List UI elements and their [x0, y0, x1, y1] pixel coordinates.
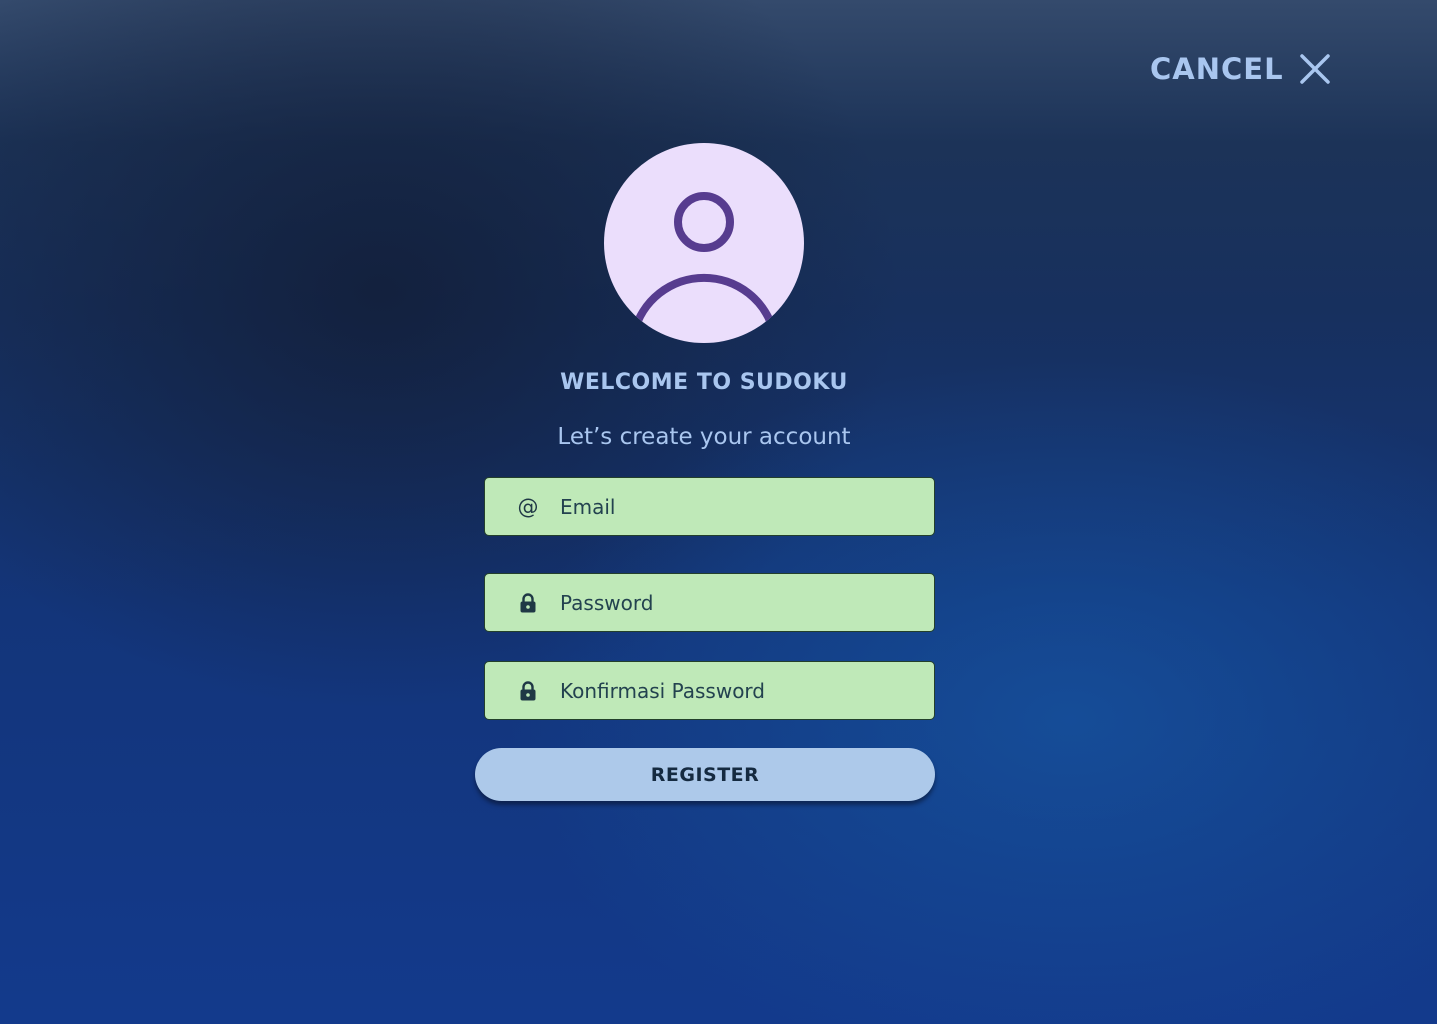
register-button[interactable]: REGISTER [475, 748, 935, 801]
user-avatar-icon [630, 192, 778, 334]
confirm-password-input[interactable] [560, 662, 934, 719]
password-field[interactable] [484, 573, 935, 632]
avatar [604, 143, 804, 343]
email-input[interactable] [560, 478, 934, 535]
page-subtitle: Let’s create your account [557, 424, 851, 450]
page-title: WELCOME TO SUDOKU [560, 370, 848, 395]
lock-icon [515, 680, 541, 701]
cancel-button[interactable]: CANCEL [1150, 44, 1332, 94]
password-input[interactable] [560, 574, 934, 631]
cancel-label: CANCEL [1150, 52, 1284, 86]
at-icon: @ [517, 494, 539, 519]
confirm-password-field[interactable] [484, 661, 935, 720]
close-icon [1299, 54, 1330, 84]
lock-icon [515, 592, 541, 613]
email-field[interactable]: @ [484, 477, 935, 536]
